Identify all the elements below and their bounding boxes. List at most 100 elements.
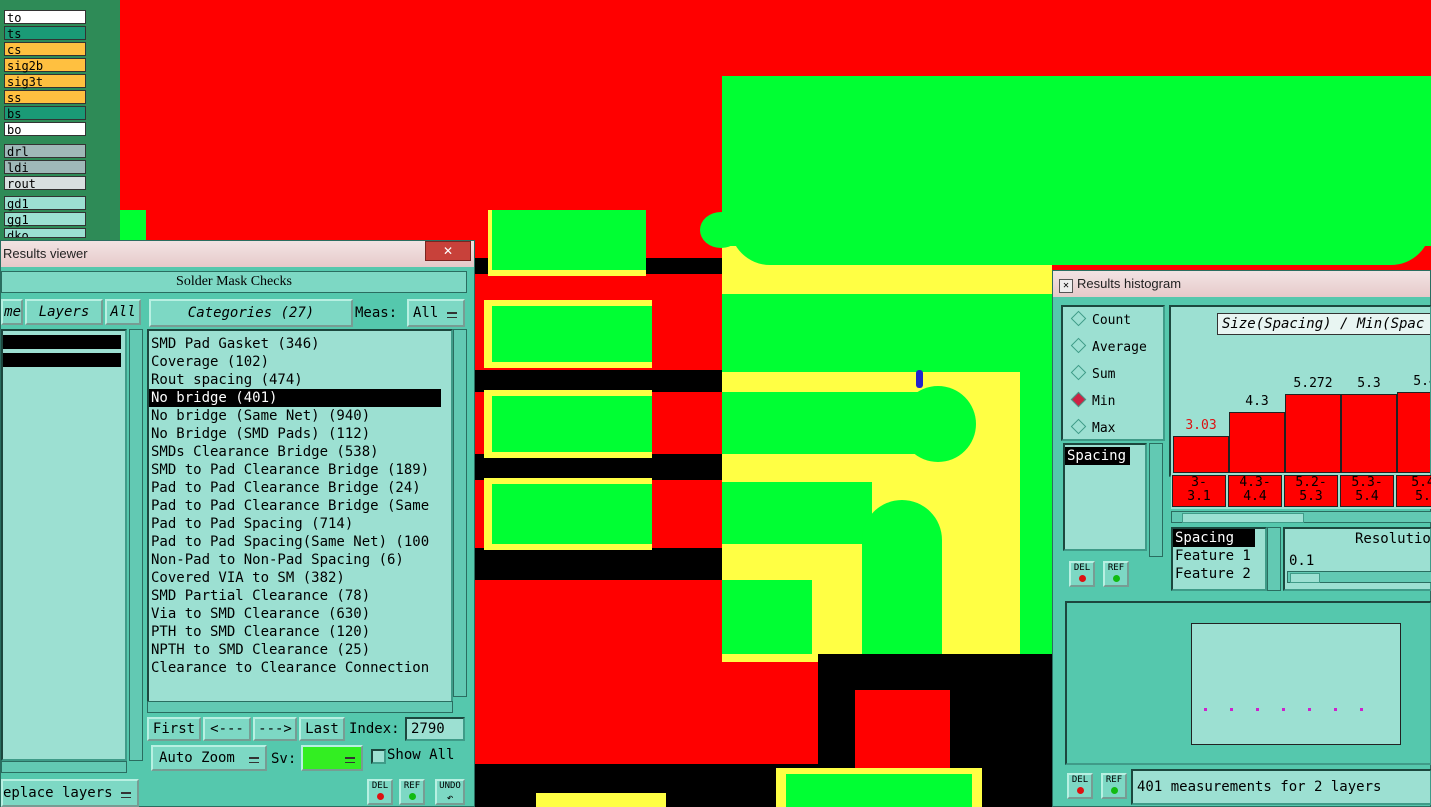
category-item[interactable]: Covered VIA to SM (382) xyxy=(149,569,451,587)
last-button[interactable]: Last xyxy=(299,717,345,741)
layer-row-ldi[interactable]: ldi xyxy=(4,160,86,175)
layers-hscrollbar[interactable] xyxy=(1,761,127,773)
layer-row-to[interactable]: to xyxy=(4,10,86,25)
category-item[interactable]: SMDs Clearance Bridge (538) xyxy=(149,443,451,461)
first-button[interactable]: First xyxy=(147,717,201,741)
histogram-bar[interactable] xyxy=(1341,394,1397,473)
show-all-checkbox[interactable] xyxy=(371,749,386,764)
chart-hscrollbar[interactable] xyxy=(1171,511,1431,523)
category-item[interactable]: Pad to Pad Spacing (714) xyxy=(149,515,451,533)
category-item[interactable]: No bridge (Same Net) (940) xyxy=(149,407,451,425)
layer-row-gg1[interactable]: gg1 xyxy=(4,212,86,227)
layer-row-dko[interactable]: dko xyxy=(4,228,86,238)
categories-hscrollbar[interactable] xyxy=(147,701,453,713)
show-all-label: Show All xyxy=(387,747,455,763)
layer-row-ts[interactable]: ts xyxy=(4,26,86,41)
bar-range-label: 3- 3.1 xyxy=(1172,475,1226,507)
category-item[interactable]: SMD to Pad Clearance Bridge (189) xyxy=(149,461,451,479)
layer-row-sig3t[interactable]: sig3t xyxy=(4,74,86,89)
preview-panel xyxy=(1065,601,1431,765)
category-item[interactable]: Pad to Pad Clearance Bridge (Same xyxy=(149,497,451,515)
meas-dropdown[interactable]: All xyxy=(407,299,465,327)
close-button[interactable]: ✕ xyxy=(425,241,471,261)
histogram-titlebar[interactable]: Results histogram xyxy=(1053,271,1430,297)
slider-thumb[interactable] xyxy=(1290,573,1320,583)
tab-name[interactable]: me xyxy=(1,299,23,325)
mode-sum-radio[interactable]: Sum xyxy=(1070,364,1115,385)
index-field[interactable]: 2790 xyxy=(405,717,465,741)
layers-list[interactable] xyxy=(1,329,127,761)
attrs-list[interactable]: Spacing Feature 1 Feature 2 xyxy=(1171,527,1267,591)
category-item[interactable]: Rout spacing (474) xyxy=(149,371,451,389)
layer-row-bs[interactable]: bs xyxy=(4,106,86,121)
auto-zoom-button[interactable]: Auto Zoom xyxy=(151,745,267,771)
category-item[interactable]: Non-Pad to Non-Pad Spacing (6) xyxy=(149,551,451,569)
hist-ref-button[interactable]: REF xyxy=(1103,561,1129,587)
layer-row-sig2b[interactable]: sig2b xyxy=(4,58,86,73)
categories-list[interactable]: SMD Pad Gasket (346) Coverage (102) Rout s… xyxy=(147,329,453,709)
mode-max-radio[interactable]: Max xyxy=(1070,418,1115,439)
results-viewer-titlebar[interactable]: Results viewer xyxy=(1,241,474,267)
status-bar: 401 measurements for 2 layers xyxy=(1131,769,1431,805)
tab-all[interactable]: All xyxy=(105,299,141,325)
pad-4-copper xyxy=(492,484,652,544)
meas-value: All xyxy=(413,305,439,321)
del-button[interactable]: DEL xyxy=(367,779,393,805)
mode-average-radio[interactable]: Average xyxy=(1070,337,1147,358)
layers-list-row[interactable] xyxy=(3,335,121,349)
histogram-bar[interactable] xyxy=(1229,412,1285,473)
attr-item[interactable]: Feature 1 xyxy=(1173,547,1265,565)
attribute-list[interactable]: Spacing xyxy=(1063,443,1147,551)
bottom-del-button[interactable]: DEL xyxy=(1067,773,1093,799)
undo-button[interactable]: UNDO ↶ xyxy=(435,779,465,805)
layer-row-rout[interactable]: rout xyxy=(4,176,86,191)
category-item[interactable]: Pad to Pad Spacing(Same Net) (100 xyxy=(149,533,451,551)
layer-row-drl[interactable]: drl xyxy=(4,144,86,159)
ref-button[interactable]: REF xyxy=(399,779,425,805)
sv-dropdown[interactable] xyxy=(301,745,363,771)
index-label: Index: xyxy=(349,721,400,737)
categories-button[interactable]: Categories (27) xyxy=(149,299,353,327)
category-item[interactable]: Pad to Pad Clearance Bridge (24) xyxy=(149,479,451,497)
category-item[interactable]: Via to SMD Clearance (630) xyxy=(149,605,451,623)
category-item[interactable]: NPTH to SMD Clearance (25) xyxy=(149,641,451,659)
mode-count-radio[interactable]: Count xyxy=(1070,310,1131,331)
tab-layers[interactable]: Layers xyxy=(25,299,103,325)
layer-row-gd1[interactable]: gd1 xyxy=(4,196,86,211)
layers-list-row[interactable] xyxy=(3,353,121,367)
replace-layers-button[interactable]: eplace layers xyxy=(1,779,139,807)
meas-label: Meas: xyxy=(355,305,398,321)
category-item[interactable]: PTH to SMD Clearance (120) xyxy=(149,623,451,641)
category-item[interactable]: No Bridge (SMD Pads) (112) xyxy=(149,425,451,443)
histogram-bar[interactable] xyxy=(1173,436,1229,473)
auto-zoom-label: Auto Zoom xyxy=(159,750,235,766)
histogram-bar[interactable] xyxy=(1397,392,1430,473)
category-item[interactable]: SMD Partial Clearance (78) xyxy=(149,587,451,605)
category-item[interactable]: No bridge (401) xyxy=(149,389,441,407)
layer-row-cs[interactable]: cs xyxy=(4,42,86,57)
prev-button[interactable]: <--- xyxy=(203,717,251,741)
category-item[interactable]: Clearance to Clearance Connection xyxy=(149,659,451,677)
hist-del-button[interactable]: DEL xyxy=(1069,561,1095,587)
category-item[interactable]: SMD Pad Gasket (346) xyxy=(149,335,451,353)
del-icon xyxy=(376,793,384,800)
attr-item[interactable]: Feature 2 xyxy=(1173,565,1265,583)
resolution-slider[interactable] xyxy=(1287,571,1431,583)
mode-min-radio[interactable]: Min xyxy=(1070,391,1115,412)
attribute-item[interactable]: Spacing xyxy=(1065,447,1131,465)
categories-scrollbar[interactable] xyxy=(453,329,467,697)
attr-item[interactable]: Spacing xyxy=(1173,529,1255,547)
next-button[interactable]: ---> xyxy=(253,717,297,741)
attrs-scrollbar[interactable] xyxy=(1267,527,1281,591)
histogram-window: Results histogram ✕ Count Average Sum Min Ma… xyxy=(1052,270,1431,807)
bottom-ref-button[interactable]: REF xyxy=(1101,773,1127,799)
histogram-bar[interactable] xyxy=(1285,394,1341,473)
attribute-scrollbar[interactable] xyxy=(1149,443,1163,557)
category-item[interactable]: Coverage (102) xyxy=(149,353,451,371)
histogram-chart[interactable]: Size(Spacing) / Min(Spac 3.03 4.3 5.272 5.3… xyxy=(1169,305,1431,477)
layer-row-ss[interactable]: ss xyxy=(4,90,86,105)
scroll-thumb[interactable] xyxy=(1182,513,1304,523)
layer-row-bo[interactable]: bo xyxy=(4,122,86,137)
layers-scrollbar[interactable] xyxy=(129,329,143,761)
pad-3-copper xyxy=(492,396,652,452)
